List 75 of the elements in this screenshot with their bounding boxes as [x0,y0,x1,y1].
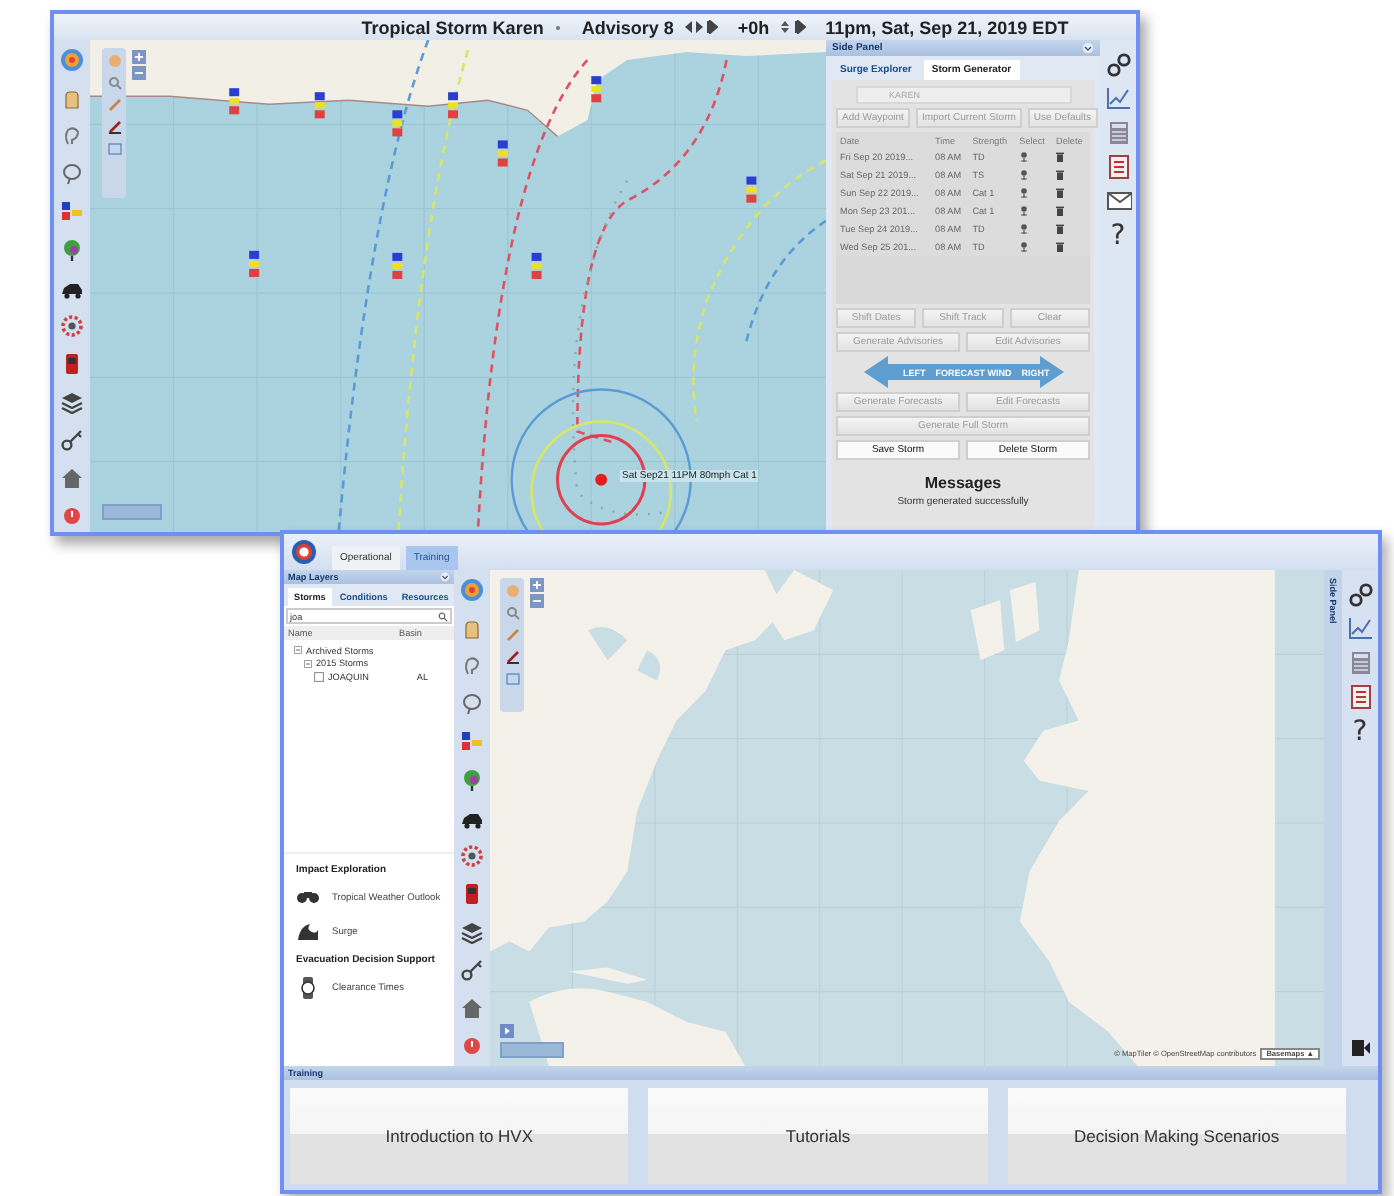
phone-icon[interactable] [60,352,84,376]
messages-title: Messages [922,474,1004,492]
layers-legend-icon[interactable] [460,730,484,754]
collapse-icon[interactable] [440,572,450,582]
pin-icon[interactable] [460,768,484,792]
help-button[interactable]: ? [1110,222,1126,250]
stack-icon[interactable] [460,920,484,944]
power-icon[interactable] [460,1034,484,1058]
ruler-icon[interactable] [107,120,121,134]
training-card[interactable]: Introduction to HVX [290,1088,629,1184]
trash-icon[interactable] [1056,187,1065,197]
spinner-arrows-icon[interactable] [779,20,806,34]
link-icon[interactable] [1347,582,1373,608]
trash-icon[interactable] [1056,241,1065,251]
key-icon[interactable] [60,428,84,452]
gear-icon[interactable] [60,314,84,338]
training-card[interactable]: Tutorials [648,1088,988,1184]
zoom-out-icon[interactable] [530,594,544,608]
collapse-icon[interactable] [1082,42,1094,54]
trash-icon[interactable] [1056,205,1065,215]
zoom-in-icon[interactable] [132,50,146,64]
search-icon[interactable] [438,611,448,621]
power-icon[interactable] [60,504,84,528]
scale-bar [102,504,162,520]
checklist-icon[interactable] [1105,154,1131,180]
map-marker-icon[interactable] [1019,187,1028,197]
ear-icon[interactable] [460,654,484,678]
map-marker-icon[interactable] [1019,151,1028,161]
trash-icon[interactable] [1056,151,1065,161]
map-marker-icon[interactable] [1019,205,1028,215]
phone-icon[interactable] [460,882,484,906]
collapse-toggle-icon[interactable] [294,646,302,654]
target-icon[interactable] [460,578,484,602]
calculator-icon[interactable] [1105,120,1131,146]
target-icon[interactable] [60,48,84,72]
home-icon[interactable] [460,996,484,1020]
link-icon[interactable] [1105,52,1131,78]
home-icon[interactable] [60,466,84,490]
key-icon[interactable] [460,958,484,982]
stack-icon[interactable] [60,390,84,414]
checkbox[interactable] [314,671,324,681]
exit-door-icon[interactable] [1350,1038,1370,1058]
map-marker-icon[interactable] [1019,223,1028,233]
lasso-icon[interactable] [460,692,484,716]
checklist-icon[interactable] [1347,684,1373,710]
training-card[interactable]: Decision Making Scenarios [1007,1088,1346,1184]
map-marker-icon[interactable] [1019,169,1028,179]
trash-icon[interactable] [1056,223,1065,233]
watch-icon [296,976,320,1000]
trash-icon[interactable] [1056,169,1065,179]
layers-legend-icon[interactable] [60,200,84,224]
ruler-icon[interactable] [505,650,519,664]
scale-bar [500,1042,564,1058]
double-arrow-icon[interactable] [863,356,1063,388]
chart-icon[interactable] [1347,616,1373,642]
offset-label: +0h [737,17,770,37]
collapse-toggle-icon[interactable] [304,659,312,667]
mail-icon[interactable] [1105,188,1131,214]
ear-icon[interactable] [60,124,84,148]
zoom-out-icon[interactable] [132,66,146,80]
gear-icon[interactable] [460,844,484,868]
advisory-label: Advisory 8 [581,17,674,37]
help-button[interactable]: ? [1352,718,1368,746]
chart-icon[interactable] [1105,86,1131,112]
map-marker-icon[interactable] [1019,241,1028,251]
logo-icon[interactable] [290,538,318,566]
wave-icon [296,920,320,944]
play-icon[interactable] [500,1024,514,1038]
date-time: 11pm, Sat, Sep 21, 2019 EDT [825,17,1069,37]
calculator-icon[interactable] [1347,650,1373,676]
lasso-icon[interactable] [60,162,84,186]
pin-icon[interactable] [60,238,84,262]
zoom-in-icon[interactable] [530,578,544,592]
storm-name: Tropical Storm Karen [361,17,544,37]
step-arrows-icon[interactable] [683,20,718,34]
